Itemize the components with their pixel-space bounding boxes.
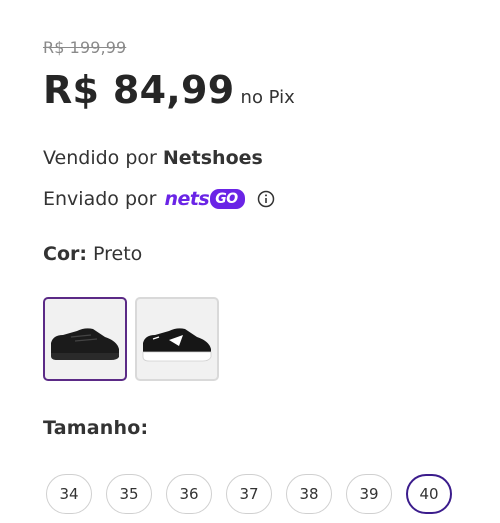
size-label: Tamanho: xyxy=(43,417,149,439)
size-option-36[interactable]: 36 xyxy=(166,474,212,514)
current-price: R$ 84,99 xyxy=(43,68,235,112)
sneaker-black-white-image xyxy=(142,328,212,362)
size-option-39[interactable]: 39 xyxy=(346,474,392,514)
size-option-38[interactable]: 38 xyxy=(286,474,332,514)
color-selection-label: Cor: Preto xyxy=(43,243,142,265)
sold-by: Vendido por Netshoes xyxy=(43,147,263,169)
old-price: R$ 199,99 xyxy=(43,38,127,57)
color-swatches xyxy=(43,297,219,381)
size-option-34[interactable]: 34 xyxy=(46,474,92,514)
size-option-35[interactable]: 35 xyxy=(106,474,152,514)
color-swatch-black[interactable] xyxy=(43,297,127,381)
size-options: 34 35 36 37 38 39 40 xyxy=(46,474,452,514)
sneaker-black-image xyxy=(51,328,119,360)
shipped-by-prefix: Enviado por xyxy=(43,188,157,210)
sold-by-prefix: Vendido por xyxy=(43,147,157,169)
color-label: Cor: xyxy=(43,243,87,265)
netsgo-logo: nets GO xyxy=(164,188,245,210)
size-option-37[interactable]: 37 xyxy=(226,474,272,514)
netsgo-logo-text: nets xyxy=(164,188,210,210)
color-value: Preto xyxy=(93,243,143,265)
price-row: R$ 84,99 no Pix xyxy=(43,68,295,112)
size-option-40[interactable]: 40 xyxy=(406,474,452,514)
shipped-by: Enviado por nets GO xyxy=(43,188,275,210)
netsgo-logo-badge: GO xyxy=(210,189,245,209)
color-swatch-black-white[interactable] xyxy=(135,297,219,381)
seller-name: Netshoes xyxy=(162,147,263,169)
price-suffix: no Pix xyxy=(240,87,295,108)
info-icon[interactable] xyxy=(257,190,275,208)
